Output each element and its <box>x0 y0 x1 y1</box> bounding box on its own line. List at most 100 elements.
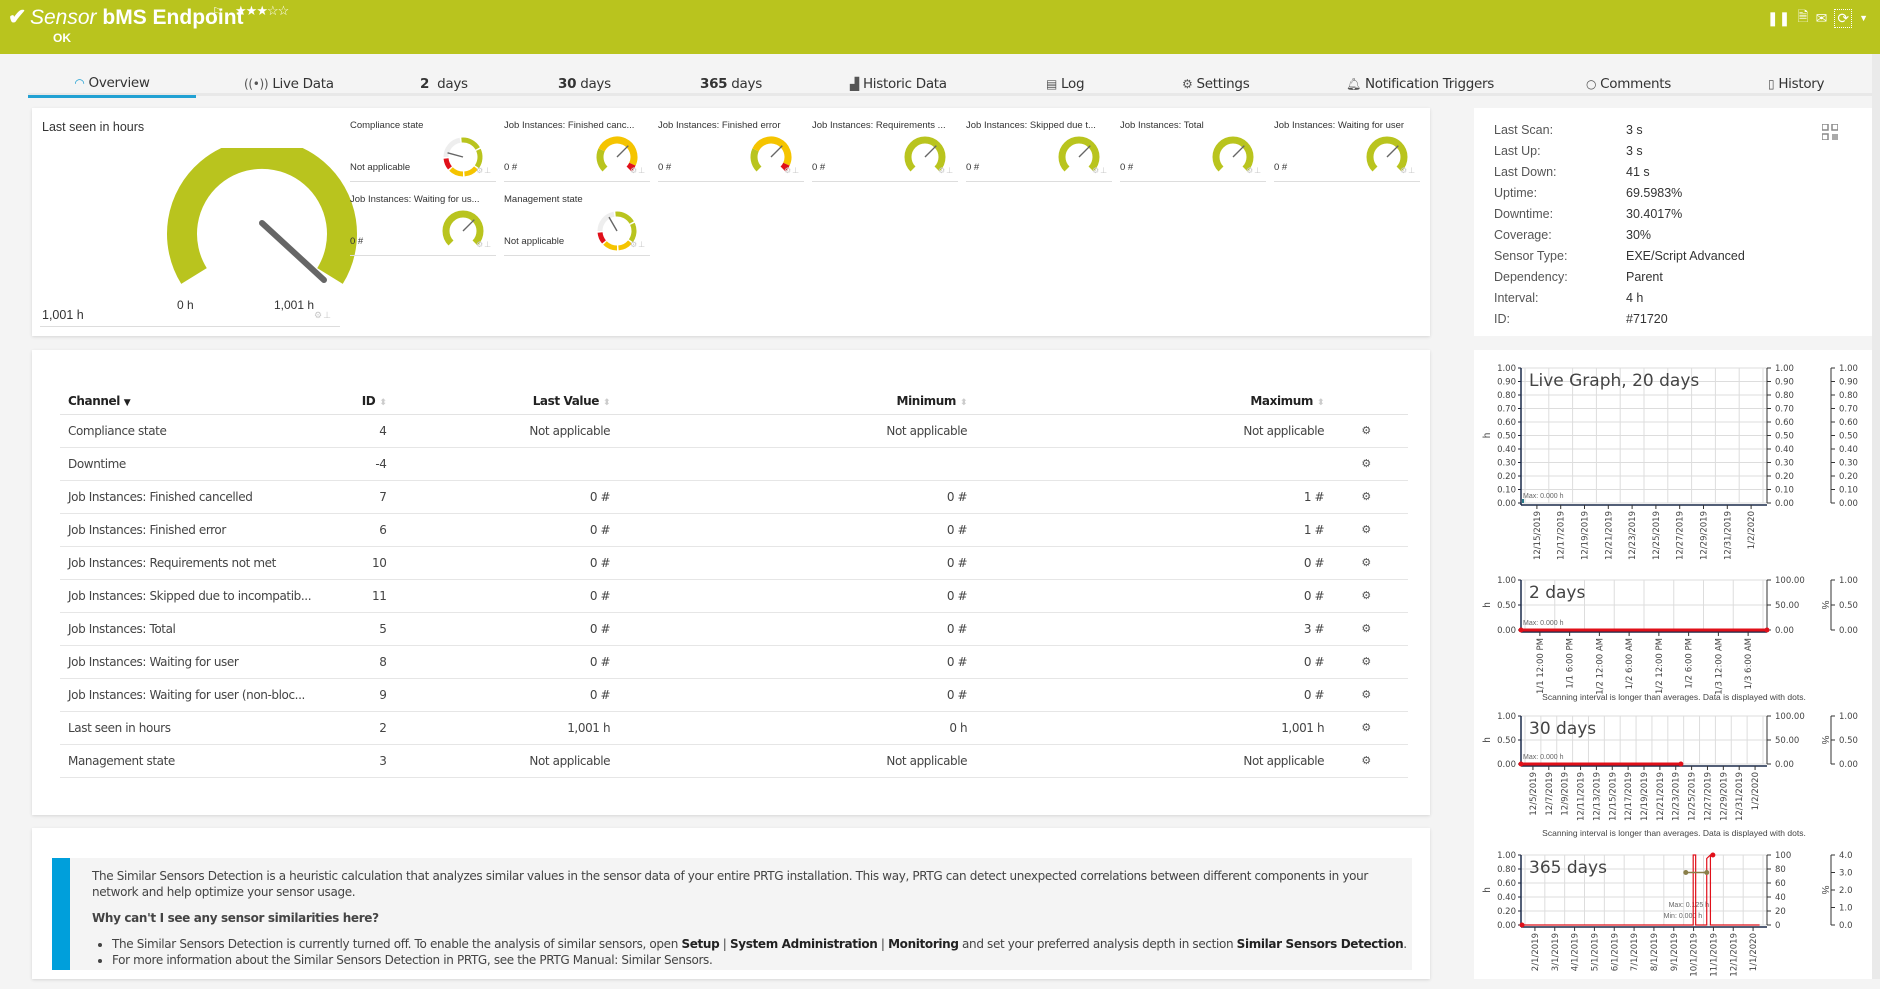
table-row[interactable]: Job Instances: Waiting for user (non-blo… <box>60 678 1408 712</box>
cell-channel[interactable]: Downtime <box>60 447 358 481</box>
chart-0[interactable]: 0.00 0.10 0.20 0.30 0.40 0.50 0.60 0.70 0.80 0.90… <box>1474 360 1880 563</box>
channel-settings-icon[interactable]: ⚙ <box>1336 744 1408 778</box>
pin-icon[interactable]: ⊥ <box>484 166 492 175</box>
gear-icon[interactable]: ⚙ <box>1400 166 1408 175</box>
primary-gauge[interactable] <box>152 148 372 298</box>
cell-channel[interactable]: Compliance state <box>60 414 358 448</box>
cell-channel[interactable]: Job Instances: Skipped due to incompatib… <box>60 579 358 613</box>
gear-icon[interactable]: ⚙ <box>784 166 792 175</box>
pin-icon[interactable]: ⊥ <box>484 240 492 249</box>
channel-settings-icon[interactable]: ⚙ <box>1336 447 1408 481</box>
table-row[interactable]: Job Instances: Total 5 0 # 0 # 3 # ⚙ <box>60 612 1408 646</box>
tab-historic-data[interactable]: ▟ Historic Data <box>850 76 947 92</box>
table-row[interactable]: Management state 3 Not applicable Not ap… <box>60 744 1408 778</box>
cell-channel[interactable]: Last seen in hours <box>60 711 358 745</box>
mini-gauge[interactable]: Job Instances: Requirements ... 0 # ⚙⊥ <box>812 120 958 182</box>
table-row[interactable]: Job Instances: Waiting for user 8 0 # 0 … <box>60 645 1408 679</box>
cell-channel[interactable]: Job Instances: Finished error <box>60 513 358 547</box>
mini-gauge[interactable]: Job Instances: Skipped due t... 0 # ⚙⊥ <box>966 120 1112 182</box>
mini-gauge[interactable]: Compliance state Not applicable ⚙⊥ <box>350 120 496 182</box>
table-row[interactable]: Job Instances: Requirements not met 10 0… <box>60 546 1408 580</box>
tab-comments[interactable]: ○ Comments <box>1586 76 1671 92</box>
col-channel[interactable]: Channel ▼ <box>60 388 358 415</box>
cell-channel[interactable]: Job Instances: Finished cancelled <box>60 480 358 514</box>
tab-live-data[interactable]: ((•)) Live Data <box>244 76 334 92</box>
gear-icon[interactable]: ⚙ <box>938 166 946 175</box>
flag-icon[interactable]: ⚐ <box>212 5 223 19</box>
tab-history[interactable]: ▯ History <box>1768 76 1825 92</box>
system-administration-link[interactable]: System Administration <box>730 937 878 951</box>
gear-icon[interactable]: ⚙ <box>314 310 323 320</box>
mini-gauge[interactable]: Job Instances: Finished canc... 0 # ⚙⊥ <box>504 120 650 182</box>
col-id[interactable]: ID ⬍ <box>357 388 399 415</box>
channel-settings-icon[interactable]: ⚙ <box>1336 579 1408 613</box>
cell-channel[interactable]: Management state <box>60 744 358 778</box>
channel-settings-icon[interactable]: ⚙ <box>1336 645 1408 679</box>
cell-channel[interactable]: Job Instances: Waiting for user (non-blo… <box>60 678 358 712</box>
email-icon[interactable]: ✉ <box>1816 10 1828 27</box>
chart-3[interactable]: 0.00 0.20 0.40 0.60 0.80 1.00 0 20 40 60 80 100 0.0 1… <box>1474 847 1880 989</box>
channel-settings-icon[interactable]: ⚙ <box>1336 414 1408 448</box>
channel-settings-icon[interactable]: ⚙ <box>1336 678 1408 712</box>
setup-link[interactable]: Setup <box>681 937 719 951</box>
channel-settings-icon[interactable]: ⚙ <box>1336 612 1408 646</box>
col-minimum[interactable]: Minimum ⬍ <box>622 388 980 415</box>
tab-log[interactable]: ▤ Log <box>1046 76 1085 92</box>
pin-icon[interactable]: ⊥ <box>638 240 646 249</box>
gear-icon[interactable]: ⚙ <box>1246 166 1254 175</box>
table-row[interactable]: Job Instances: Finished error 6 0 # 0 # … <box>60 513 1408 547</box>
priority-stars[interactable]: ★★★☆☆ <box>235 3 290 19</box>
pin-icon[interactable]: ⊥ <box>323 310 332 320</box>
tab-notification-triggers[interactable]: 🔔︎ Notification Triggers <box>1346 76 1494 92</box>
table-row[interactable]: Downtime -4 ⚙ <box>60 447 1408 481</box>
cell-channel[interactable]: Job Instances: Total <box>60 612 358 646</box>
table-row[interactable]: Job Instances: Finished cancelled 7 0 # … <box>60 480 1408 514</box>
channel-settings-icon[interactable]: ⚙ <box>1336 711 1408 745</box>
channel-settings-icon[interactable]: ⚙ <box>1336 513 1408 547</box>
cell-channel[interactable]: Job Instances: Requirements not met <box>60 546 358 580</box>
chart-1[interactable]: 0.00 0.50 1.00 0.00 50.00 100.00 0.00 0.50 1.00 h… <box>1474 572 1880 710</box>
mini-gauge[interactable]: Job Instances: Waiting for user 0 # ⚙⊥ <box>1274 120 1420 182</box>
pin-icon[interactable]: ⊥ <box>638 166 646 175</box>
star-empty-icon[interactable]: ☆ <box>278 3 290 18</box>
table-row[interactable]: Last seen in hours 2 1,001 h 0 h 1,001 h… <box>60 711 1408 745</box>
tab-settings[interactable]: ⚙ Settings <box>1182 76 1250 92</box>
col-last-value[interactable]: Last Value ⬍ <box>398 388 623 415</box>
table-row[interactable]: Compliance state 4 Not applicable Not ap… <box>60 414 1408 448</box>
tab-2-days[interactable]: 2 days <box>420 76 468 92</box>
tab-overview[interactable]: ◠ Overview <box>28 75 196 98</box>
monitoring-link[interactable]: Monitoring <box>888 937 959 951</box>
table-row[interactable]: Job Instances: Skipped due to incompatib… <box>60 579 1408 613</box>
mini-gauge[interactable]: Management state Not applicable ⚙⊥ <box>504 194 650 256</box>
add-document-icon[interactable]: 🗎 <box>1797 6 1808 30</box>
col-maximum[interactable]: Maximum ⬍ <box>979 388 1337 415</box>
star-empty-icon[interactable]: ☆ <box>267 3 279 18</box>
mini-gauge[interactable]: Job Instances: Finished error 0 # ⚙⊥ <box>658 120 804 182</box>
pin-icon[interactable]: ⊥ <box>946 166 954 175</box>
tab-30-days[interactable]: 30 days <box>558 76 611 92</box>
mini-gauge[interactable]: Job Instances: Waiting for us... 0 # ⚙⊥ <box>350 194 496 256</box>
gear-icon[interactable]: ⚙ <box>630 166 638 175</box>
gear-icon[interactable]: ⚙ <box>476 240 484 249</box>
gear-icon[interactable]: ⚙ <box>1092 166 1100 175</box>
tab-365-days[interactable]: 365 days <box>700 76 762 92</box>
chart-2[interactable]: 0.00 0.50 1.00 0.00 50.00 100.00 0.00 0.50 1.00 h… <box>1474 708 1880 846</box>
pin-icon[interactable]: ⊥ <box>792 166 800 175</box>
pause-icon[interactable]: ❚❚ <box>1767 10 1790 27</box>
channel-settings-icon[interactable]: ⚙ <box>1336 480 1408 514</box>
star-filled-icon[interactable]: ★ <box>235 3 247 18</box>
star-filled-icon[interactable]: ★ <box>246 3 258 18</box>
pin-icon[interactable]: ⊥ <box>1408 166 1416 175</box>
gear-icon[interactable]: ⚙ <box>630 240 638 249</box>
qr-code-icon[interactable] <box>1822 124 1838 140</box>
refresh-icon[interactable]: ⟳ <box>1834 8 1853 28</box>
mini-gauge[interactable]: Job Instances: Total 0 # ⚙⊥ <box>1120 120 1266 182</box>
pin-icon[interactable]: ⊥ <box>1254 166 1262 175</box>
manual-link[interactable]: For more information about the Similar S… <box>112 953 713 967</box>
channel-settings-icon[interactable]: ⚙ <box>1336 546 1408 580</box>
page-scrollbar[interactable] <box>1872 54 1880 979</box>
star-filled-icon[interactable]: ★ <box>256 3 268 18</box>
pin-icon[interactable]: ⊥ <box>1100 166 1108 175</box>
cell-channel[interactable]: Job Instances: Waiting for user <box>60 645 358 679</box>
gear-icon[interactable]: ⚙ <box>476 166 484 175</box>
